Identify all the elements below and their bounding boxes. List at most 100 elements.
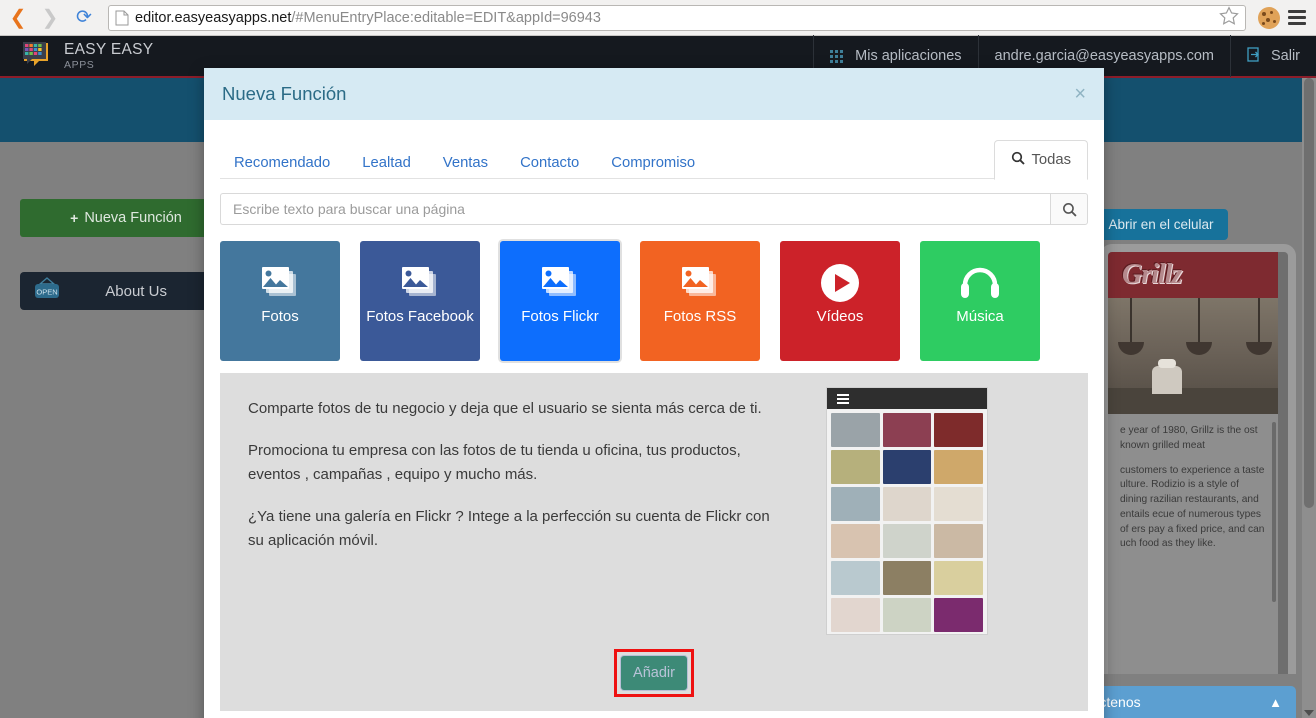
search-icon <box>1011 151 1025 169</box>
hamburger-menu-icon[interactable] <box>1288 10 1306 25</box>
add-button[interactable]: Añadir <box>620 655 688 691</box>
modal-title: Nueva Función <box>222 83 346 105</box>
open-sign-icon: OPEN <box>30 277 64 305</box>
exit-door-icon <box>1247 47 1261 66</box>
photo-stack-icon <box>400 259 440 307</box>
phone-body-text: e year of 1980, Grillz is the ost known … <box>1108 414 1278 552</box>
preview-thumbnail <box>883 561 932 595</box>
search-submit-button[interactable] <box>1050 193 1088 225</box>
modal-tabs: RecomendadoLealtadVentasContactoCompromi… <box>204 140 1104 179</box>
tab-contacto[interactable]: Contacto <box>506 147 593 179</box>
browser-toolbar: ❮ ❯ ⟳ editor.easyeasyapps.net/#MenuEntry… <box>0 0 1316 36</box>
preview-thumbnail <box>934 561 983 595</box>
preview-thumbnail <box>934 524 983 558</box>
logout-label: Salir <box>1271 48 1300 64</box>
url-text: editor.easyeasyapps.net/#MenuEntryPlace:… <box>135 10 601 26</box>
forward-arrow-icon[interactable]: ❯ <box>36 4 64 32</box>
new-function-label: Nueva Función <box>84 210 182 226</box>
tab-recomendado[interactable]: Recomendado <box>220 147 344 179</box>
logo-line-1: EASY EASY <box>64 42 153 58</box>
back-arrow-icon[interactable]: ❮ <box>4 4 32 32</box>
new-function-modal: Nueva Función × RecomendadoLealtadVentas… <box>204 68 1104 718</box>
close-icon[interactable]: × <box>1074 84 1086 104</box>
screen: ❮ ❯ ⟳ editor.easyeasyapps.net/#MenuEntry… <box>0 0 1316 718</box>
photo-stack-icon <box>680 259 720 307</box>
tile-música[interactable]: Música <box>920 241 1040 361</box>
preview-thumbnail <box>883 487 932 521</box>
tab-ventas[interactable]: Ventas <box>429 147 502 179</box>
preview-thumbnail <box>831 413 880 447</box>
page-search-row <box>220 193 1088 225</box>
search-input[interactable] <box>220 193 1050 225</box>
app-grid-icon <box>830 50 843 63</box>
list-item-about-us[interactable]: OPEN About Us 🗑 <box>20 272 232 310</box>
tile-label: Fotos <box>257 309 303 326</box>
page-document-icon <box>115 10 129 26</box>
tile-fotos-flickr[interactable]: Fotos Flickr <box>500 241 620 361</box>
logo[interactable]: EASY EASY APPS <box>22 41 153 71</box>
preview-thumbnail <box>934 413 983 447</box>
new-function-button[interactable]: + Nueva Función <box>20 199 232 237</box>
tile-label: Fotos RSS <box>660 309 741 326</box>
star-icon[interactable] <box>1219 6 1239 30</box>
about-us-label: About Us <box>64 283 208 300</box>
description-paragraph: Comparte fotos de tu negocio y deja que … <box>248 397 784 421</box>
open-on-mobile-button[interactable]: Abrir en el celular <box>1094 209 1228 240</box>
description-paragraph: ¿Ya tiene una galería en Flickr ? Intege… <box>248 505 784 553</box>
tile-fotos[interactable]: Fotos <box>220 241 340 361</box>
tabs-divider <box>220 178 1088 179</box>
logout-nav-item[interactable]: Salir <box>1230 35 1316 77</box>
add-button-highlight: Añadir <box>614 649 694 697</box>
tile-label: Fotos Facebook <box>362 309 478 326</box>
preview-app-bar <box>827 388 987 409</box>
preview-thumbnail <box>831 450 880 484</box>
phone-hero-photo <box>1108 298 1278 414</box>
add-button-area: Añadir <box>220 649 1088 697</box>
svg-text:OPEN: OPEN <box>36 288 57 297</box>
preview-thumbnail <box>883 524 932 558</box>
reload-icon[interactable]: ⟳ <box>70 4 98 32</box>
tile-label: Música <box>952 309 1008 326</box>
url-path: /#MenuEntryPlace:editable=EDIT&appId=969… <box>291 10 601 26</box>
page-scrollbar[interactable] <box>1302 78 1316 718</box>
my-apps-label: Mis aplicaciones <box>855 48 961 64</box>
scrollbar-thumb[interactable] <box>1304 78 1314 508</box>
tile-label: Fotos Flickr <box>517 309 603 326</box>
address-bar[interactable]: editor.easyeasyapps.net/#MenuEntryPlace:… <box>108 5 1246 31</box>
feature-preview <box>826 387 988 635</box>
preview-thumbnail <box>934 450 983 484</box>
cookie-icon[interactable] <box>1258 7 1280 29</box>
phone-paragraph-1: e year of 1980, Grillz is the ost known … <box>1120 424 1266 454</box>
preview-thumbnail <box>883 450 932 484</box>
preview-thumbnail <box>934 598 983 632</box>
phone-preview: Grillz e year of 1980, Grillz is the ost… <box>1100 244 1296 674</box>
phone-paragraph-2: customers to experience a taste ulture. … <box>1120 464 1266 553</box>
scroll-down-arrow-icon[interactable] <box>1304 710 1314 716</box>
tab-compromiso[interactable]: Compromiso <box>597 147 709 179</box>
play-circle-icon <box>819 259 861 307</box>
feature-tiles: Fotos Fotos Facebook Fotos Flickr Fotos RSS… <box>220 241 1088 361</box>
photo-stack-icon <box>540 259 580 307</box>
feature-detail-panel: Comparte fotos de tu negocio y deja que … <box>220 373 1088 711</box>
tab-lealtad[interactable]: Lealtad <box>348 147 425 179</box>
chevron-up-icon[interactable]: ▲ <box>1269 695 1282 710</box>
modal-header: Nueva Función × <box>204 68 1104 120</box>
description-paragraph: Promociona tu empresa con las fotos de t… <box>248 439 784 487</box>
phone-brand-name: Grillz <box>1122 259 1181 291</box>
tile-vídeos[interactable]: Vídeos <box>780 241 900 361</box>
preview-thumbnail <box>831 524 880 558</box>
easyeasyapps-logo-icon <box>22 41 54 71</box>
hamburger-menu-icon <box>837 394 849 404</box>
preview-thumbnail <box>883 413 932 447</box>
preview-thumbnail-grid <box>827 409 987 636</box>
tile-fotos-rss[interactable]: Fotos RSS <box>640 241 760 361</box>
preview-thumbnail <box>934 487 983 521</box>
tab-todas[interactable]: Todas <box>994 140 1089 180</box>
preview-thumbnail <box>831 598 880 632</box>
tile-fotos-facebook[interactable]: Fotos Facebook <box>360 241 480 361</box>
tile-label: Vídeos <box>813 309 868 326</box>
preview-thumbnail <box>831 561 880 595</box>
headphones-icon <box>959 259 1001 307</box>
preview-thumbnail <box>831 487 880 521</box>
phone-scrollbar[interactable] <box>1272 422 1276 602</box>
